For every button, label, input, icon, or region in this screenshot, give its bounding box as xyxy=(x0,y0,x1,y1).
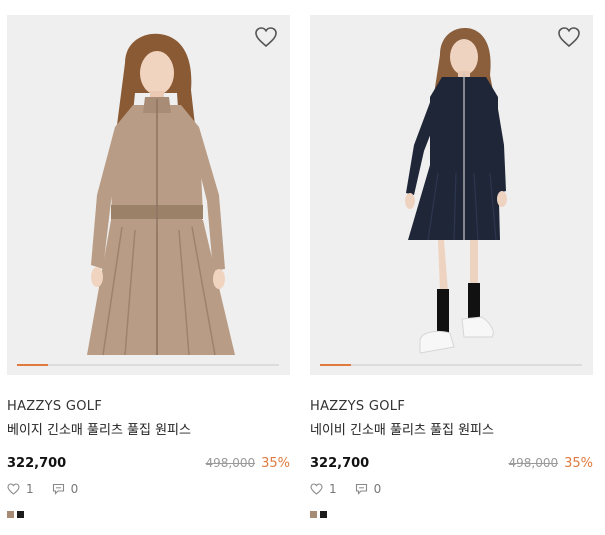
sale-price: 322,700 xyxy=(7,456,67,471)
product-card-beige[interactable]: HAZZYS GOLF 베이지 긴소매 풀리츠 풀집 원피스 322,700 4… xyxy=(7,15,290,518)
review-comment-icon xyxy=(355,483,367,495)
review-count: 0 xyxy=(70,482,79,496)
color-swatches xyxy=(310,511,593,518)
like-heart-icon xyxy=(310,483,323,495)
brand-name[interactable]: HAZZYS GOLF xyxy=(310,399,593,414)
color-swatches xyxy=(7,511,290,518)
discount-rate: 35% xyxy=(261,456,290,471)
heart-icon[interactable] xyxy=(254,26,278,48)
sale-price: 322,700 xyxy=(310,456,370,471)
product-image[interactable] xyxy=(310,15,593,375)
review-comment-icon xyxy=(52,483,64,495)
product-photo xyxy=(310,15,593,375)
like-heart-icon xyxy=(7,483,20,495)
image-slider-progress xyxy=(17,364,49,366)
original-price: 498,000 xyxy=(508,456,559,470)
product-name[interactable]: 베이지 긴소매 풀리츠 풀집 원피스 xyxy=(7,419,290,438)
brand-name[interactable]: HAZZYS GOLF xyxy=(7,399,290,414)
image-slider-track[interactable] xyxy=(17,364,279,366)
discount-rate: 35% xyxy=(564,456,593,471)
color-swatch-black[interactable] xyxy=(17,511,24,518)
review-count: 0 xyxy=(373,482,382,496)
product-name[interactable]: 네이비 긴소매 풀리츠 풀집 원피스 xyxy=(310,419,593,438)
price-row: 322,700 498,000 35% xyxy=(7,456,290,471)
color-swatch-black[interactable] xyxy=(320,511,327,518)
heart-icon[interactable] xyxy=(557,26,581,48)
like-count: 1 xyxy=(329,482,337,496)
product-meta: 1 0 xyxy=(310,482,593,496)
original-price: 498,000 xyxy=(205,456,256,470)
like-count: 1 xyxy=(26,482,34,496)
product-card-navy[interactable]: HAZZYS GOLF 네이비 긴소매 풀리츠 풀집 원피스 322,700 4… xyxy=(310,15,593,518)
product-meta: 1 0 xyxy=(7,482,290,496)
color-swatch-beige[interactable] xyxy=(310,511,317,518)
color-swatch-beige[interactable] xyxy=(7,511,14,518)
image-slider-track[interactable] xyxy=(320,364,582,366)
price-row: 322,700 498,000 35% xyxy=(310,456,593,471)
product-image[interactable] xyxy=(7,15,290,375)
image-slider-progress xyxy=(320,364,352,366)
product-photo xyxy=(7,15,290,375)
